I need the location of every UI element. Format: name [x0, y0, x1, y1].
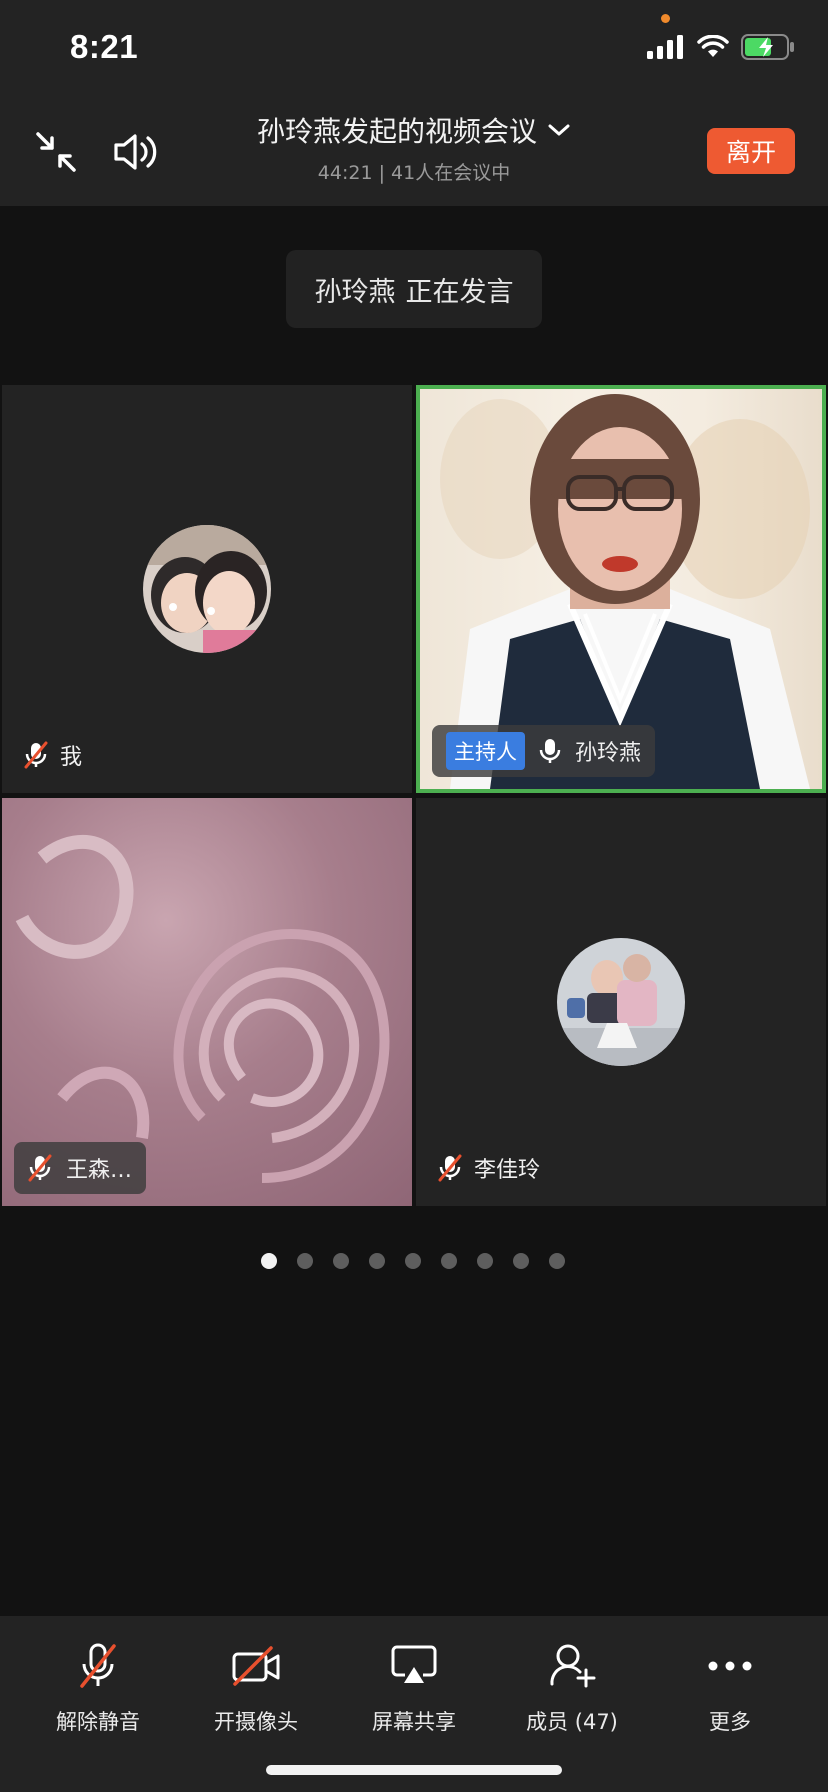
- screen-share-label: 屏幕共享: [372, 1710, 456, 1734]
- more-icon: [708, 1661, 752, 1671]
- wifi-icon: [697, 35, 729, 57]
- participant-name: 王森…: [66, 1158, 133, 1183]
- page-dot[interactable]: [477, 1253, 493, 1269]
- meeting-header: 孙玲燕发起的视频会议 44:21 | 41人在会议中 离开: [0, 96, 828, 206]
- add-member-icon: [550, 1644, 596, 1688]
- participant-name: 我: [60, 745, 83, 770]
- mic-muted-icon: [438, 1154, 462, 1182]
- camera-label: 开摄像头: [214, 1710, 298, 1734]
- mic-muted-icon: [28, 1154, 52, 1182]
- cellular-signal-icon: [647, 35, 683, 59]
- camera-off-icon: [232, 1646, 280, 1686]
- meeting-title[interactable]: 孙玲燕发起的视频会议: [257, 110, 571, 150]
- more-button[interactable]: 更多: [651, 1638, 809, 1736]
- home-indicator[interactable]: [266, 1765, 562, 1775]
- participant-tile-lijialing[interactable]: 李佳玲: [416, 798, 826, 1206]
- participant-tile-host[interactable]: 主持人 孙玲燕: [416, 385, 826, 793]
- meeting-subtitle: 44:21 | 41人在会议中: [317, 162, 511, 184]
- recording-indicator: [661, 14, 670, 23]
- participant-label: 李佳玲: [438, 1152, 540, 1184]
- bottom-toolbar: 解除静音 开摄像头 屏幕共享 成员 (47) 更多: [0, 1616, 828, 1792]
- battery-charging-icon: [741, 34, 794, 60]
- camera-button[interactable]: 开摄像头: [177, 1638, 335, 1736]
- status-time: 8:21: [70, 28, 139, 65]
- page-indicator[interactable]: [261, 1253, 565, 1269]
- active-speaker-toast: 孙玲燕 正在发言: [286, 250, 542, 328]
- avatar: [557, 938, 685, 1066]
- participant-name: 孙玲燕: [575, 741, 642, 766]
- page-dot[interactable]: [405, 1253, 421, 1269]
- status-icons: [647, 34, 795, 60]
- avatar: [143, 525, 271, 653]
- participant-label: 主持人 孙玲燕: [432, 725, 656, 777]
- mic-icon: [539, 739, 561, 763]
- participant-tile-me[interactable]: 我: [2, 385, 412, 793]
- page-dot[interactable]: [549, 1253, 565, 1269]
- members-button[interactable]: 成员 (47): [493, 1638, 651, 1736]
- more-label: 更多: [709, 1710, 751, 1734]
- participant-label: 我: [24, 739, 82, 771]
- participant-label: 王森…: [14, 1142, 147, 1194]
- page-dot[interactable]: [333, 1253, 349, 1269]
- unmute-label: 解除静音: [56, 1710, 140, 1734]
- page-dot[interactable]: [261, 1253, 277, 1269]
- meeting-title-text: 孙玲燕发起的视频会议: [256, 115, 537, 148]
- members-label: 成员 (47): [526, 1710, 618, 1734]
- mic-muted-icon: [24, 741, 48, 769]
- chevron-down-icon: [548, 124, 570, 136]
- meeting-title-area[interactable]: 孙玲燕发起的视频会议 44:21 | 41人在会议中: [0, 110, 828, 185]
- participant-tile-wangsen[interactable]: 王森…: [2, 798, 412, 1206]
- page-dot[interactable]: [441, 1253, 457, 1269]
- page-dot[interactable]: [513, 1253, 529, 1269]
- page-dot[interactable]: [369, 1253, 385, 1269]
- active-speaker-name: 孙玲燕: [314, 276, 396, 308]
- mic-muted-icon: [80, 1643, 116, 1688]
- screen-share-icon: [391, 1645, 437, 1683]
- participant-name: 李佳玲: [474, 1158, 541, 1183]
- leave-button[interactable]: 离开: [707, 128, 795, 174]
- active-speaker-text: 正在发言: [405, 276, 514, 308]
- unmute-button[interactable]: 解除静音: [19, 1638, 177, 1736]
- page-dot[interactable]: [297, 1253, 313, 1269]
- host-badge: 主持人: [446, 732, 525, 770]
- screen-share-button[interactable]: 屏幕共享: [335, 1638, 493, 1736]
- status-bar: 8:21: [0, 0, 828, 96]
